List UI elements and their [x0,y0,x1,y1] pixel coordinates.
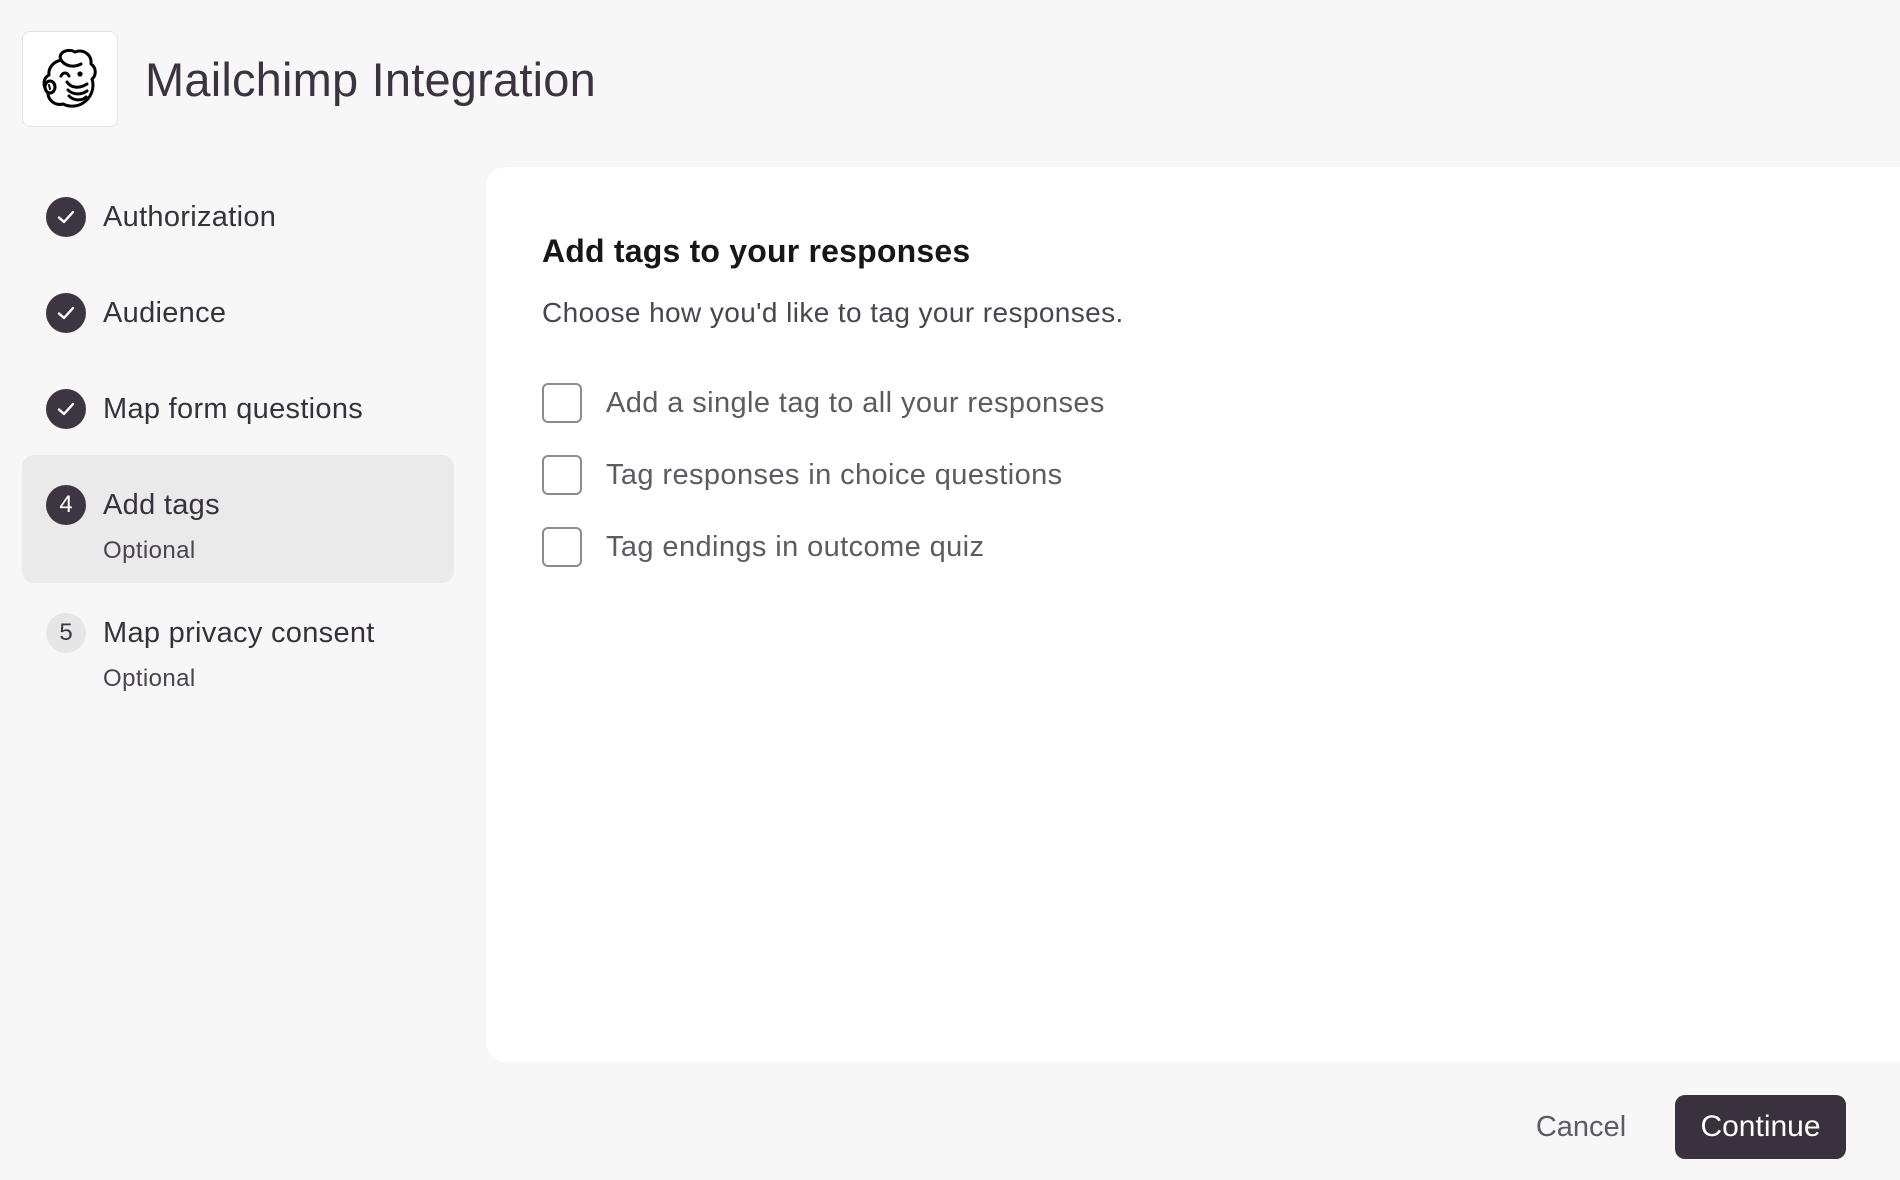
step-authorization[interactable]: Authorization [22,167,454,263]
steps-sidebar: Authorization Audience Map form question… [22,167,454,711]
step-audience[interactable]: Audience [22,263,454,359]
step-number-badge: 4 [46,485,86,525]
step-number-badge: 5 [46,613,86,653]
mailchimp-monkey-icon [42,48,97,108]
step-map-form-questions[interactable]: Map form questions [22,359,454,455]
checkmark-icon [57,402,75,416]
option-label: Tag endings in outcome quiz [606,530,985,563]
mailchimp-logo [22,31,118,127]
option-label: Add a single tag to all your responses [606,386,1105,419]
step-label: Add tags [103,489,220,521]
continue-button[interactable]: Continue [1675,1095,1846,1159]
step-label: Authorization [103,201,277,233]
option-outcome-quiz[interactable]: Tag endings in outcome quiz [542,527,1105,567]
step-number: 4 [59,491,73,518]
step-optional-label: Optional [103,537,196,564]
step-complete-badge [46,293,86,333]
option-single-tag[interactable]: Add a single tag to all your responses [542,383,1105,423]
single-tag-checkbox[interactable] [542,383,582,423]
content-panel: Add tags to your responses Choose how yo… [486,167,1900,1062]
choice-questions-checkbox[interactable] [542,455,582,495]
step-complete-badge [46,389,86,429]
step-label: Map form questions [103,393,364,425]
checkmark-icon [57,306,75,320]
step-complete-badge [46,197,86,237]
header: Mailchimp Integration [22,31,596,127]
step-number: 5 [59,619,73,646]
option-choice-questions[interactable]: Tag responses in choice questions [542,455,1105,495]
step-label: Map privacy consent [103,617,375,649]
outcome-quiz-checkbox[interactable] [542,527,582,567]
mailchimp-integration-dialog: Mailchimp Integration Authorization Audi… [0,0,1900,1180]
step-add-tags[interactable]: 4 Add tags Optional [22,455,454,583]
step-map-privacy-consent[interactable]: 5 Map privacy consent Optional [22,583,454,711]
cancel-button[interactable]: Cancel [1518,1096,1644,1158]
step-label: Audience [103,297,227,329]
checkmark-icon [57,210,75,224]
page-title: Mailchimp Integration [145,52,596,106]
option-label: Tag responses in choice questions [606,458,1063,491]
tag-options: Add a single tag to all your responses T… [542,383,1105,599]
section-description: Choose how you'd like to tag your respon… [542,297,1124,328]
section-title: Add tags to your responses [542,233,971,269]
step-optional-label: Optional [103,665,196,692]
